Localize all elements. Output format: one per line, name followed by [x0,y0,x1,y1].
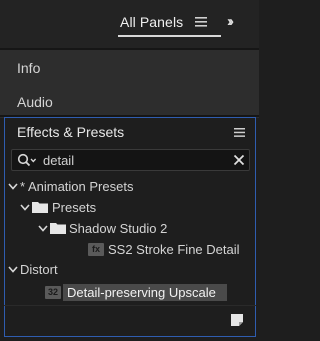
tree-item-presets[interactable]: Presets [20,199,240,217]
hamburger-icon[interactable] [195,17,207,27]
tree-item-detail-upscale[interactable]: 32 Detail-preserving Upscale [45,284,235,302]
effect-32bit-icon: 32 [45,286,61,299]
preset-icon: fx [88,243,104,256]
chevron-down-icon[interactable] [20,202,30,212]
chevron-down-icon[interactable] [38,223,48,233]
close-icon[interactable] [233,154,245,166]
search-input[interactable]: detail [11,149,250,171]
tree-item-label: Distort [20,262,58,277]
chevron-down-icon[interactable] [8,181,18,191]
panel-info-label: Info [17,60,41,76]
tree-item-label: Shadow Studio 2 [69,221,168,236]
search-value: detail [43,153,75,168]
panel-audio[interactable]: Audio [0,84,259,118]
tree-item-ss2-stroke[interactable]: fx SS2 Stroke Fine Detail [88,241,256,259]
chevron-down-icon[interactable] [8,264,18,274]
workspace-bar: All Panels ›› [0,0,259,48]
folder-icon [32,202,48,213]
tree-item-animation-presets[interactable]: * Animation Presets [6,178,246,196]
search-icon[interactable] [17,153,37,167]
tree-item-label: Detail-preserving Upscale [67,285,216,300]
new-item-icon[interactable] [230,313,244,327]
hamburger-icon[interactable] [234,128,245,137]
divider [4,305,256,306]
chevrons-right-icon[interactable]: ›› [227,13,234,30]
folder-icon [50,223,66,234]
tree-item-label: SS2 Stroke Fine Detail [108,242,240,257]
active-tab-underline [118,35,221,37]
tree-item-label: * Animation Presets [20,179,134,194]
panel-title[interactable]: Effects & Presets [17,124,124,140]
tree-item-distort[interactable]: Distort [6,261,246,279]
panel-info[interactable]: Info [0,50,259,84]
tree-item-label: Presets [52,200,97,215]
panel-audio-label: Audio [17,94,53,110]
workspace-tab-all-panels[interactable]: All Panels [120,14,183,30]
tree-item-shadow-studio[interactable]: Shadow Studio 2 [38,220,238,238]
